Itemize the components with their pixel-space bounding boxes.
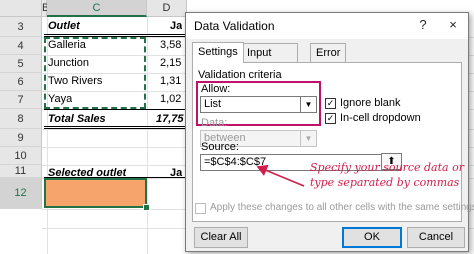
- total-sales-label[interactable]: Total Sales: [48, 113, 106, 125]
- ok-button[interactable]: OK: [342, 227, 402, 248]
- annotation-callout: Specify your source data or type separat…: [310, 161, 464, 189]
- selected-outlet-input-cell[interactable]: [44, 178, 147, 208]
- column-header-d[interactable]: D: [147, 0, 187, 17]
- sales-value-cell[interactable]: 1,31: [160, 75, 181, 87]
- sales-value-cell[interactable]: 3,58: [160, 39, 181, 51]
- outlet-header-cell[interactable]: Outlet: [48, 20, 80, 32]
- row-header-5[interactable]: 5: [0, 55, 42, 73]
- row-header-6[interactable]: 6: [0, 73, 42, 91]
- row-header-12[interactable]: 12: [0, 178, 42, 209]
- incell-dropdown-label[interactable]: In-cell dropdown: [340, 112, 421, 124]
- total-bottom-border: [44, 126, 185, 127]
- source-value: =$C$4:$C$7: [204, 156, 267, 168]
- help-button[interactable]: ?: [414, 17, 432, 32]
- source-label: Source:: [201, 141, 239, 153]
- row-header-4[interactable]: 4: [0, 37, 42, 55]
- data-label: Data:: [201, 117, 228, 129]
- fill-handle[interactable]: [143, 204, 150, 211]
- ignore-blank-checkbox[interactable]: ✓: [325, 98, 336, 109]
- allow-value: List: [204, 98, 222, 110]
- sales-value-cell[interactable]: 1,02: [160, 93, 181, 105]
- clear-all-button[interactable]: Clear All: [194, 227, 248, 248]
- apply-all-checkbox[interactable]: [195, 203, 206, 214]
- gridline: [147, 17, 148, 254]
- copy-marquee: [44, 37, 146, 109]
- chevron-down-icon: ▼: [300, 131, 316, 146]
- tab-settings[interactable]: Settings: [192, 42, 244, 63]
- data-validation-dialog: Data Validation ? × Settings Input Messa…: [185, 12, 474, 252]
- tab-input-message[interactable]: Input Message: [241, 43, 298, 77]
- close-button[interactable]: ×: [444, 17, 462, 32]
- total-sales-value[interactable]: 17,75: [156, 113, 184, 125]
- incell-dropdown-checkbox[interactable]: ✓: [325, 113, 336, 124]
- row-header-9[interactable]: 9: [0, 129, 42, 147]
- row-header-8[interactable]: 8: [0, 109, 42, 129]
- total-bottom-border: [44, 128, 185, 129]
- apply-all-label[interactable]: Apply these changes to all other cells w…: [210, 202, 474, 213]
- allow-label: Allow:: [201, 83, 231, 95]
- chevron-down-icon[interactable]: ▼: [300, 97, 316, 112]
- cancel-button[interactable]: Cancel: [407, 227, 465, 248]
- row-header-7[interactable]: 7: [0, 91, 42, 109]
- row-header-3[interactable]: 3: [0, 17, 42, 37]
- validation-criteria-heading: Validation criteria: [198, 69, 282, 81]
- row-header-10[interactable]: 10: [0, 147, 42, 165]
- total-top-border: [44, 109, 185, 110]
- dialog-titlebar[interactable]: Data Validation ? ×: [186, 13, 468, 39]
- row-header-11[interactable]: 11: [0, 165, 42, 178]
- dialog-title: Data Validation: [194, 19, 275, 33]
- ignore-blank-label[interactable]: Ignore blank: [340, 97, 401, 109]
- column-header-c[interactable]: C: [47, 0, 147, 17]
- allow-select[interactable]: List ▼: [200, 96, 317, 113]
- column-d-header-cell[interactable]: Ja: [170, 20, 182, 32]
- header-border: [44, 34, 185, 35]
- tab-error-alert[interactable]: Error Alert: [310, 43, 347, 77]
- sales-value-cell[interactable]: 2,15: [160, 57, 181, 69]
- corner-header[interactable]: [0, 0, 42, 17]
